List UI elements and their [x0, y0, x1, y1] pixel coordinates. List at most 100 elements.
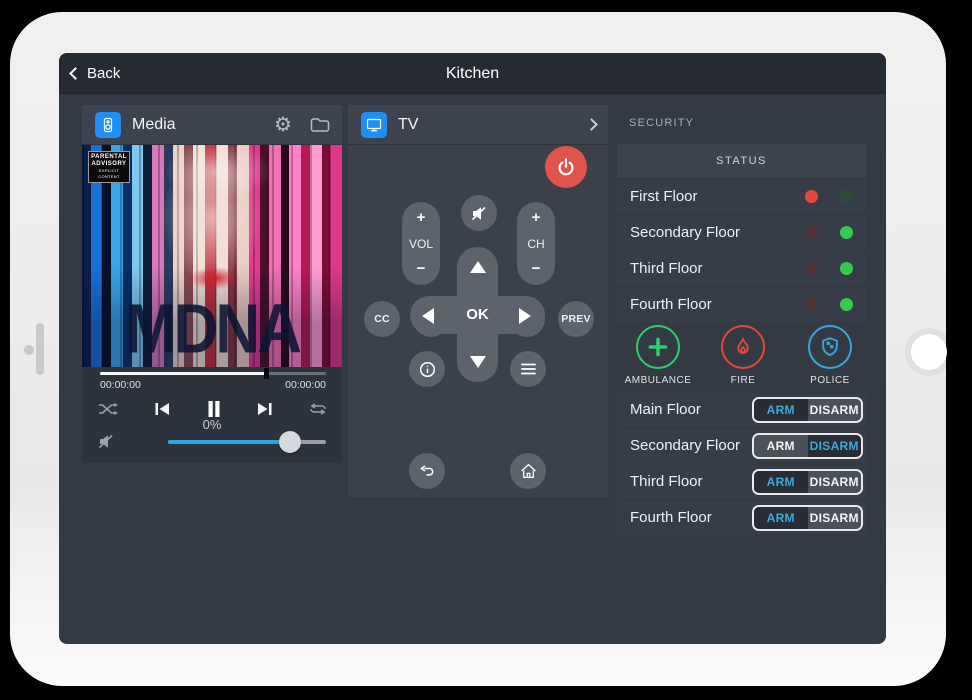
- floor-label: Third Floor: [630, 252, 703, 286]
- fire-button[interactable]: FIRE: [721, 325, 765, 369]
- tv-title: TV: [398, 116, 587, 134]
- arm-row: Fourth Floor ARM DISARM: [617, 501, 866, 535]
- cc-button[interactable]: CC: [364, 301, 400, 337]
- arm-button[interactable]: ARM: [754, 435, 808, 457]
- ch-label: CH: [527, 237, 544, 251]
- arm-button[interactable]: ARM: [754, 507, 808, 529]
- ambulance-plus-icon[interactable]: [636, 325, 680, 369]
- floor-label: Main Floor: [630, 393, 701, 427]
- list-menu-button[interactable]: [510, 351, 546, 387]
- emergency-buttons: AMBULANCE FIRE: [617, 325, 866, 389]
- alarm-green-indicator: [840, 226, 853, 239]
- power-button[interactable]: [545, 146, 587, 188]
- alarm-green-indicator: [840, 190, 853, 203]
- floor-label: Secondary Floor: [630, 429, 740, 463]
- prev-label: PREV: [561, 313, 590, 325]
- alarm-green-indicator: [840, 262, 853, 275]
- dpad-left-icon[interactable]: [422, 308, 434, 324]
- dpad-right-icon[interactable]: [519, 308, 531, 324]
- ambulance-button[interactable]: AMBULANCE: [636, 325, 680, 369]
- floor-label: Fourth Floor: [630, 501, 712, 535]
- arm-disarm-toggle[interactable]: ARM DISARM: [752, 505, 863, 531]
- side-switch[interactable]: [36, 323, 44, 375]
- alarm-red-indicator: [805, 190, 818, 203]
- page-title: Kitchen: [59, 53, 886, 94]
- fire-flame-icon[interactable]: [721, 325, 765, 369]
- cc-label: CC: [374, 313, 390, 325]
- arm-row: Main Floor ARM DISARM: [617, 393, 866, 427]
- tablet-frame: Back Kitchen Media ⚙: [10, 12, 946, 686]
- progress-bar[interactable]: [100, 372, 326, 375]
- screen: Back Kitchen Media ⚙: [59, 53, 886, 644]
- folder-icon[interactable]: [310, 117, 330, 133]
- album-art: MDNA PARENTAL ADVISORY EXPLICIT CONTENT: [82, 145, 342, 367]
- disarm-button[interactable]: DISARM: [808, 507, 862, 529]
- disarm-button[interactable]: DISARM: [808, 399, 862, 421]
- shuffle-button[interactable]: [98, 402, 119, 416]
- police-shield-icon[interactable]: [808, 325, 852, 369]
- vol-minus-label[interactable]: −: [417, 262, 426, 276]
- arm-button[interactable]: ARM: [754, 471, 808, 493]
- advisory-line1: PARENTAL: [90, 154, 128, 161]
- ok-button[interactable]: OK: [457, 296, 498, 334]
- repeat-button[interactable]: [308, 402, 328, 416]
- volume-rocker[interactable]: + VOL −: [402, 202, 440, 285]
- tv-panel-header[interactable]: TV: [348, 105, 608, 145]
- parental-advisory-badge: PARENTAL ADVISORY EXPLICIT CONTENT: [88, 151, 130, 183]
- ch-minus-label[interactable]: −: [532, 262, 541, 276]
- status-row: Fourth Floor: [617, 288, 866, 322]
- prev-button[interactable]: PREV: [558, 301, 594, 337]
- info-button[interactable]: [409, 351, 445, 387]
- ch-plus-label[interactable]: +: [532, 211, 541, 225]
- arm-disarm-toggle[interactable]: ARM DISARM: [752, 469, 863, 495]
- progress-handle[interactable]: [264, 368, 269, 379]
- arm-button[interactable]: ARM: [754, 399, 808, 421]
- arm-row: Third Floor ARM DISARM: [617, 465, 866, 499]
- tv-home-button[interactable]: [510, 453, 546, 489]
- tv-panel: TV + VOL −: [348, 105, 608, 497]
- arm-disarm-toggle[interactable]: ARM DISARM: [752, 433, 863, 459]
- alarm-red-indicator: [805, 262, 818, 275]
- status-header: STATUS: [617, 144, 866, 178]
- home-button[interactable]: [911, 334, 947, 370]
- album-title-text: MDNA: [82, 293, 342, 367]
- dpad-up-icon[interactable]: [470, 261, 486, 273]
- floor-label: First Floor: [630, 180, 698, 214]
- advisory-line3: EXPLICIT CONTENT: [90, 168, 128, 180]
- media-panel-header: Media ⚙: [82, 105, 342, 145]
- tv-mute-button[interactable]: [461, 195, 497, 231]
- volume-percent: 0%: [82, 417, 342, 432]
- floor-label: Third Floor: [630, 465, 703, 499]
- disarm-button[interactable]: DISARM: [808, 435, 862, 457]
- speaker-icon: [95, 112, 121, 138]
- status-row: Third Floor: [617, 252, 866, 286]
- pause-button[interactable]: [206, 400, 222, 418]
- return-button[interactable]: [409, 453, 445, 489]
- alarm-red-indicator: [805, 226, 818, 239]
- total-time: 00:00:00: [285, 379, 326, 391]
- mute-speaker-icon[interactable]: [98, 434, 114, 449]
- volume-slider[interactable]: [168, 440, 326, 444]
- desktop: { "nav": { "back_label": "Back", "title"…: [0, 0, 972, 700]
- media-panel: Media ⚙ MDNA PARENTAL ADVISORY EXPLICIT …: [82, 105, 342, 463]
- settings-gear-icon[interactable]: ⚙: [274, 115, 292, 135]
- dpad-down-icon[interactable]: [470, 356, 486, 368]
- arm-disarm-toggle[interactable]: ARM DISARM: [752, 397, 863, 423]
- next-track-button[interactable]: [256, 402, 273, 416]
- status-row: Secondary Floor: [617, 216, 866, 250]
- volume-handle[interactable]: [279, 431, 301, 453]
- volume-fill: [168, 440, 290, 444]
- progress-fill: [100, 372, 267, 375]
- chevron-right-icon[interactable]: [585, 118, 598, 131]
- previous-track-button[interactable]: [154, 402, 171, 416]
- disarm-button[interactable]: DISARM: [808, 471, 862, 493]
- vol-plus-label[interactable]: +: [417, 211, 426, 225]
- channel-rocker[interactable]: + CH −: [517, 202, 555, 285]
- alarm-green-indicator: [840, 298, 853, 311]
- advisory-line2: ADVISORY: [90, 161, 128, 168]
- camera-icon: [24, 345, 34, 355]
- vol-label: VOL: [409, 237, 433, 251]
- navbar: Back Kitchen: [59, 53, 886, 94]
- police-button[interactable]: POLICE: [808, 325, 852, 369]
- alarm-red-indicator: [805, 298, 818, 311]
